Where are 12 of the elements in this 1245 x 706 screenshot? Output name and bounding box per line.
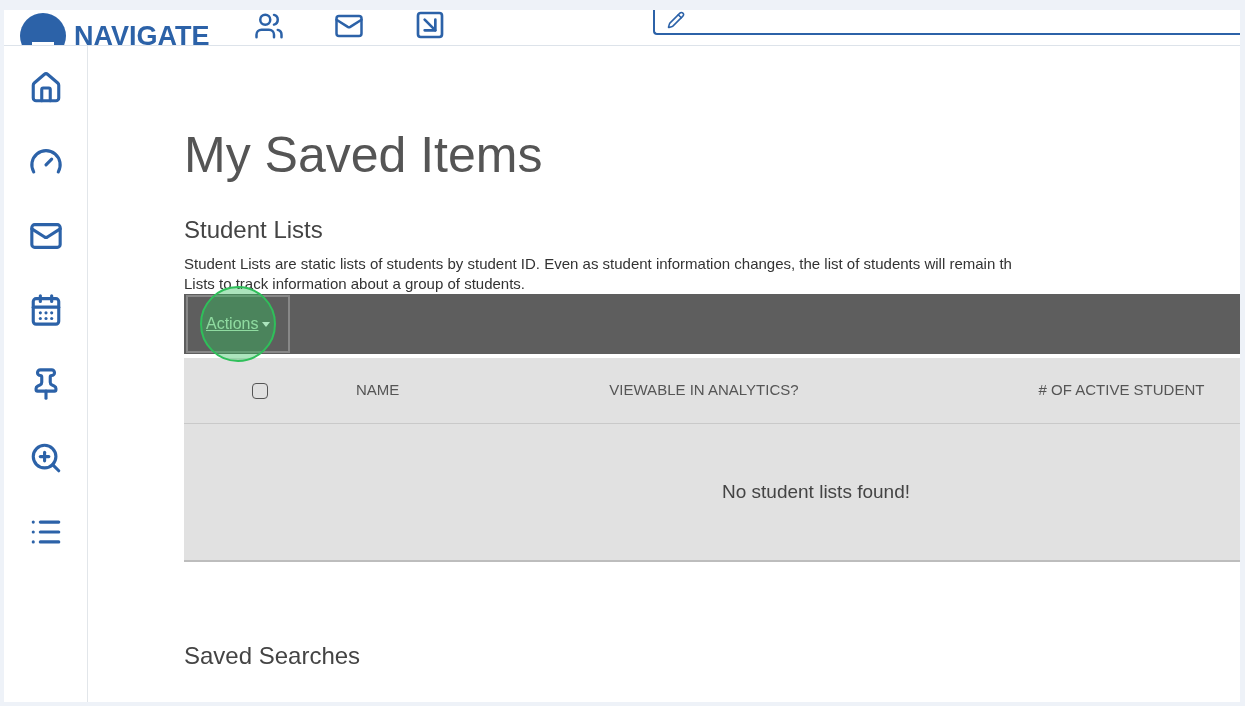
pencil-icon	[666, 11, 685, 29]
section-heading: Student Lists	[184, 218, 324, 242]
select-all-checkbox[interactable]	[252, 382, 268, 399]
section-heading: Saved Searches	[184, 644, 362, 668]
empty-message: No student lists found!	[722, 479, 910, 504]
column-header: VIEWABLE IN ANALYTICS?	[609, 380, 799, 401]
actions-dropdown[interactable]: Actions	[186, 295, 291, 353]
column-header: NAME	[356, 380, 400, 401]
brand-name: NAVIGATE	[74, 22, 210, 45]
page-title: My Saved Items	[184, 130, 544, 180]
column-header: # OF ACTIVE STUDENT	[1038, 380, 1205, 401]
caret-icon	[262, 321, 271, 327]
